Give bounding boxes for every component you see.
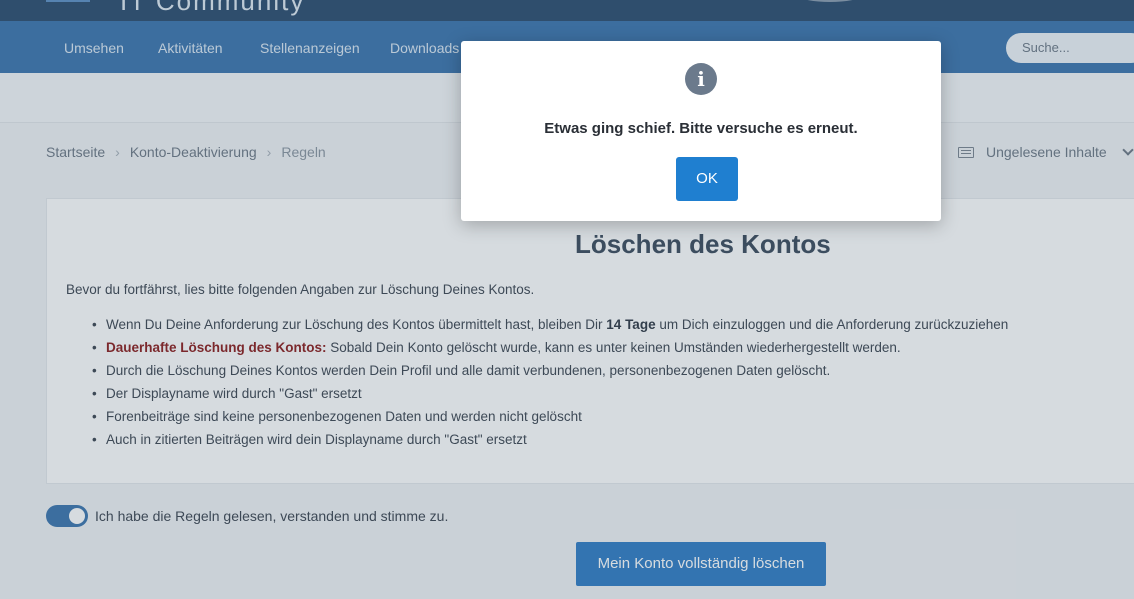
- ok-button[interactable]: OK: [676, 157, 738, 201]
- error-dialog: i Etwas ging schief. Bitte versuche es e…: [461, 41, 941, 221]
- info-icon: i: [685, 63, 717, 95]
- error-message: Etwas ging schief. Bitte versuche es ern…: [544, 120, 858, 137]
